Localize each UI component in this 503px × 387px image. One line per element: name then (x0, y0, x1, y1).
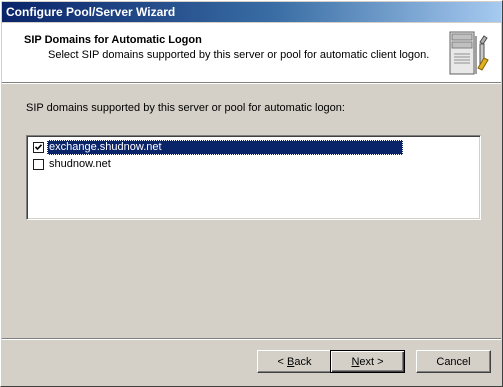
header-subtitle: Select SIP domains supported by this ser… (48, 49, 430, 61)
domain-label: exchange.shudnow.net (47, 140, 403, 155)
domain-label: shudnow.net (49, 158, 111, 170)
back-button[interactable]: < Back (257, 350, 332, 373)
domain-checkbox-checked[interactable] (33, 142, 44, 153)
back-prefix: < (277, 355, 287, 368)
footer-separator (2, 338, 501, 340)
domain-checkbox-unchecked[interactable] (33, 159, 44, 170)
wizard-window: Configure Pool/Server Wizard SIP Domains… (0, 0, 503, 387)
next-button[interactable]: Next > (330, 350, 405, 373)
cancel-button[interactable]: Cancel (416, 350, 491, 373)
server-with-tools-icon (442, 28, 492, 78)
header-title: SIP Domains for Automatic Logon (24, 34, 202, 46)
title-bar[interactable]: Configure Pool/Server Wizard (2, 2, 501, 22)
next-rest: ext (359, 355, 375, 368)
header-separator (2, 82, 501, 84)
domain-item[interactable]: exchange.shudnow.net (33, 140, 403, 155)
back-rest: ack (294, 355, 312, 368)
domain-item[interactable]: shudnow.net (33, 157, 113, 172)
domains-prompt: SIP domains supported by this server or … (26, 102, 345, 114)
checkmark-icon (34, 144, 43, 151)
window-title: Configure Pool/Server Wizard (6, 5, 176, 19)
next-suffix: > (374, 355, 384, 368)
sip-domains-listbox[interactable]: exchange.shudnow.net shudnow.net (26, 135, 481, 220)
wizard-header: SIP Domains for Automatic Logon Select S… (2, 23, 501, 82)
